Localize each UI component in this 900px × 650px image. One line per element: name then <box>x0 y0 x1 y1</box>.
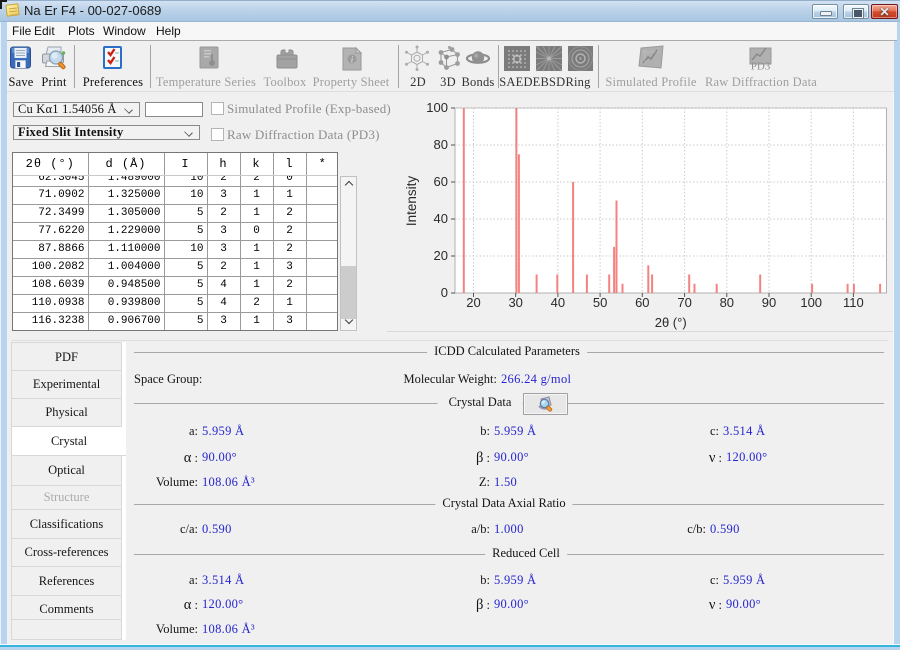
svg-text:20: 20 <box>466 295 480 310</box>
svg-text:110: 110 <box>843 295 864 310</box>
svg-text:60: 60 <box>434 174 448 189</box>
svg-text:90: 90 <box>762 295 776 310</box>
svg-text:100: 100 <box>800 295 822 310</box>
svg-text:60: 60 <box>635 295 649 310</box>
svg-text:50: 50 <box>593 295 607 310</box>
svg-text:30: 30 <box>508 295 522 310</box>
svg-text:0: 0 <box>441 285 448 300</box>
svg-text:100: 100 <box>426 100 448 115</box>
svg-text:2θ (°): 2θ (°) <box>655 315 687 330</box>
svg-text:Intensity: Intensity <box>404 176 419 227</box>
svg-text:80: 80 <box>434 137 448 152</box>
svg-text:80: 80 <box>720 295 734 310</box>
svg-text:40: 40 <box>434 211 448 226</box>
svg-text:PD3: PD3 <box>751 61 771 73</box>
svg-text:70: 70 <box>677 295 691 310</box>
svg-text:20: 20 <box>434 248 448 263</box>
svg-text:40: 40 <box>551 295 565 310</box>
